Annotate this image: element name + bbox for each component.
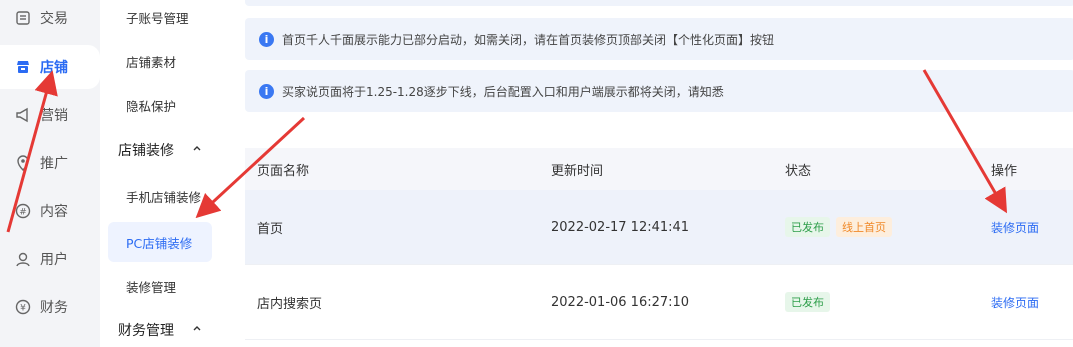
status-badge: 已发布 xyxy=(785,292,830,312)
main-content: i 首页千人千面展示能力已部分启动，如需关闭，请在首页装修页顶部关闭【个性化页面… xyxy=(222,0,1073,347)
update-time: 2022-02-17 12:41:41 xyxy=(551,219,690,235)
nav-item-label: 用户 xyxy=(40,252,68,268)
update-time: 2022-01-06 16:27:10 xyxy=(551,294,690,310)
nav-item-shop[interactable]: 店铺 xyxy=(0,45,100,89)
user-icon xyxy=(14,250,32,268)
table-header: 页面名称 更新时间 状态 操作 xyxy=(245,148,1073,190)
info-icon: i xyxy=(259,83,274,99)
menu-item-sub-account[interactable]: 子账号管理 xyxy=(108,0,212,37)
menu-group-shop-decor[interactable]: 店铺装修 xyxy=(108,130,212,170)
status-badge: 已发布 xyxy=(785,217,830,237)
column-header-status: 状态 xyxy=(785,163,812,179)
chevron-up-icon xyxy=(193,326,201,331)
nav-item-label: 店铺 xyxy=(40,60,68,76)
primary-nav-rail: 交易 店铺 营销 推广 # 内容 用户 ¥ 财务 xyxy=(0,0,100,347)
nav-item-trade[interactable]: 交易 xyxy=(0,0,100,40)
content-icon: # xyxy=(14,202,32,220)
nav-item-label: 内容 xyxy=(40,204,68,220)
menu-group-label: 店铺装修 xyxy=(118,143,174,159)
menu-item-privacy[interactable]: 隐私保护 xyxy=(108,85,212,125)
table-row[interactable]: 首页 2022-02-17 12:41:41 已发布 线上首页 装修页面 xyxy=(245,190,1073,265)
menu-item-decor-manage[interactable]: 装修管理 xyxy=(108,266,212,306)
menu-item-mobile-decor[interactable]: 手机店铺装修 xyxy=(108,176,212,216)
status-cell: 已发布 线上首页 xyxy=(785,217,991,237)
promote-icon xyxy=(14,154,32,172)
secondary-menu: 子账号管理 店铺素材 隐私保护 店铺装修 手机店铺装修 PC店铺装修 装修管理 … xyxy=(100,0,222,347)
nav-item-label: 财务 xyxy=(40,300,68,316)
notice-banner: i 买家说页面将于1.25-1.28逐步下线，后台配置入口和用户端展示都将关闭，… xyxy=(245,70,1073,112)
nav-item-label: 交易 xyxy=(40,11,68,27)
decorate-page-link[interactable]: 装修页面 xyxy=(991,296,1039,310)
chevron-up-icon xyxy=(193,146,201,151)
megaphone-icon xyxy=(14,106,32,124)
column-header-name: 页面名称 xyxy=(257,163,310,179)
column-header-time: 更新时间 xyxy=(551,163,604,179)
status-cell: 已发布 xyxy=(785,292,991,312)
info-icon: i xyxy=(259,31,274,47)
nav-item-marketing[interactable]: 营销 xyxy=(0,93,100,137)
trade-icon xyxy=(14,9,32,27)
app-root: 交易 店铺 营销 推广 # 内容 用户 ¥ 财务 子账号管理 店铺素材 隐私保护… xyxy=(0,0,1073,347)
notice-text: 买家说页面将于1.25-1.28逐步下线，后台配置入口和用户端展示都将关闭，请知… xyxy=(282,84,724,99)
page-name: 首页 xyxy=(257,221,284,237)
notice-text: 首页千人千面展示能力已部分启动，如需关闭，请在首页装修页顶部关闭【个性化页面】按… xyxy=(282,32,775,47)
finance-icon: ¥ xyxy=(14,298,32,316)
nav-item-finance[interactable]: ¥ 财务 xyxy=(0,285,100,329)
nav-item-label: 推广 xyxy=(40,156,68,172)
menu-group-label: 财务管理 xyxy=(118,323,174,339)
shop-icon xyxy=(14,58,32,76)
online-home-badge: 线上首页 xyxy=(836,217,892,237)
nav-item-user[interactable]: 用户 xyxy=(0,237,100,281)
notice-banner-top xyxy=(245,0,1073,6)
nav-item-content[interactable]: # 内容 xyxy=(0,189,100,233)
table-row[interactable]: 店内搜索页 2022-01-06 16:27:10 已发布 装修页面 xyxy=(245,265,1073,340)
nav-item-label: 营销 xyxy=(40,108,68,124)
decorate-page-link[interactable]: 装修页面 xyxy=(991,221,1039,235)
svg-text:¥: ¥ xyxy=(20,304,26,314)
menu-item-pc-decor[interactable]: PC店铺装修 xyxy=(108,222,212,262)
page-name: 店内搜索页 xyxy=(257,296,323,312)
pages-table: 页面名称 更新时间 状态 操作 首页 2022-02-17 12:41:41 已… xyxy=(245,148,1073,340)
nav-item-promote[interactable]: 推广 xyxy=(0,141,100,185)
menu-item-shop-material[interactable]: 店铺素材 xyxy=(108,41,212,81)
column-header-action: 操作 xyxy=(991,163,1018,179)
menu-group-finance-manage[interactable]: 财务管理 xyxy=(108,310,212,347)
notice-banner: i 首页千人千面展示能力已部分启动，如需关闭，请在首页装修页顶部关闭【个性化页面… xyxy=(245,18,1073,60)
svg-text:#: # xyxy=(19,208,27,218)
